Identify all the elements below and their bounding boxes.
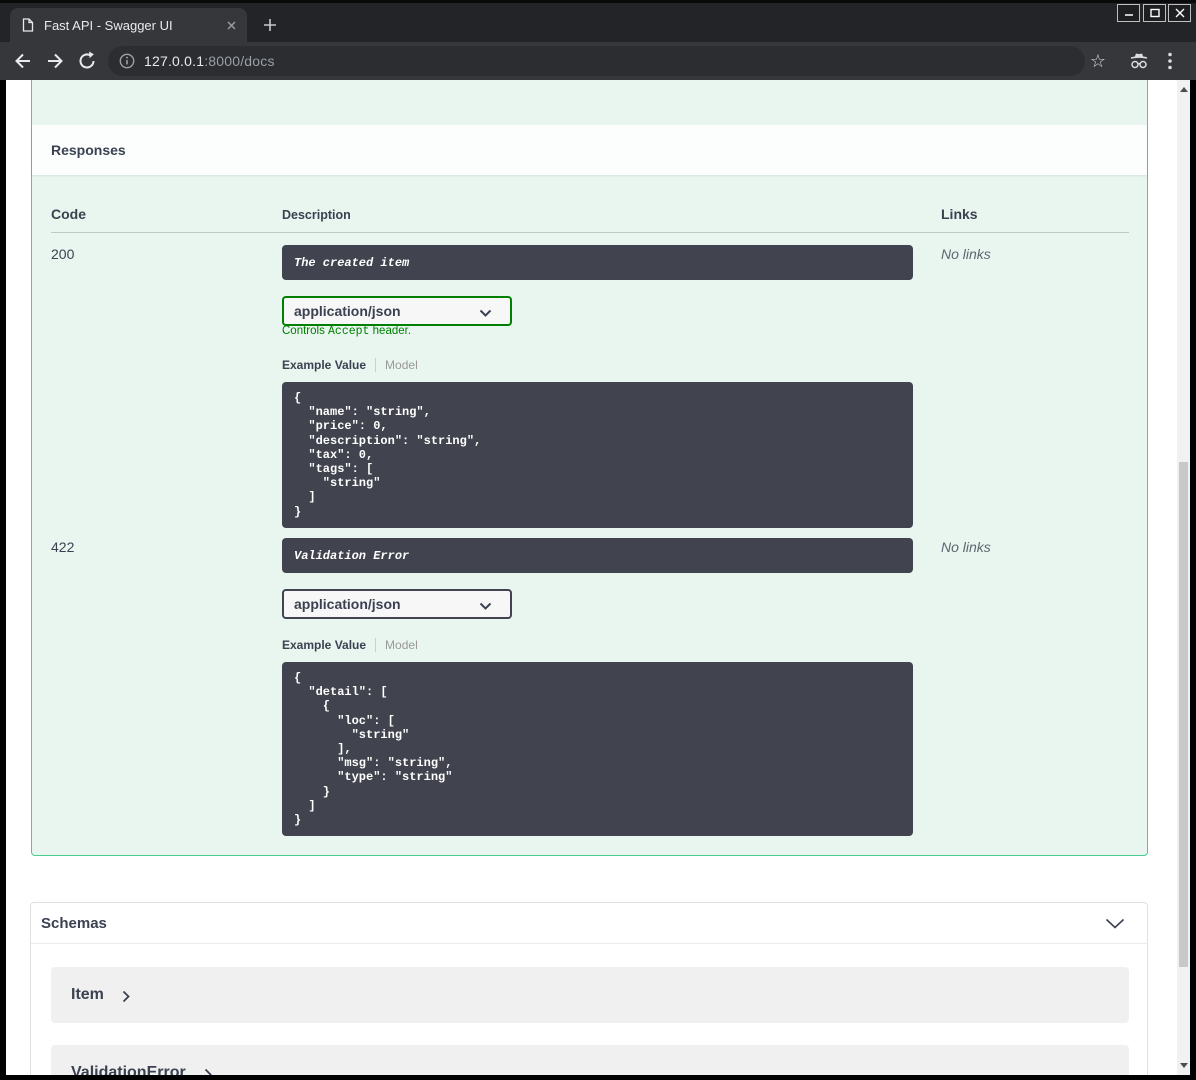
model-name: Item — [71, 986, 104, 1003]
response-description-box: Validation Error — [282, 538, 913, 573]
tab-model[interactable]: Model — [385, 638, 418, 652]
example-json-block: { "detail": [ { "loc": [ "string" ], "ms… — [282, 662, 913, 836]
example-json-block: { "name": "string", "price": 0, "descrip… — [282, 382, 913, 528]
accept-header-note: Controls Accept header. — [282, 325, 412, 338]
chevron-right-icon — [122, 990, 130, 1002]
responses-opblock: Responses Code Description Links 200 The… — [31, 80, 1148, 856]
response-code-200: 200 — [51, 246, 75, 262]
col-header-links: Links — [941, 206, 978, 222]
responses-header: Responses — [32, 125, 1147, 175]
schemas-title: Schemas — [41, 914, 107, 932]
tab-divider — [375, 358, 377, 372]
tab-example-value[interactable]: Example Value — [282, 638, 366, 652]
scrollbar[interactable] — [1177, 80, 1190, 1075]
model-row-validationerror[interactable]: ValidationError — [51, 1045, 1129, 1075]
bookmark-star-icon[interactable]: ☆ — [1086, 49, 1110, 73]
chevron-down-icon — [479, 309, 492, 317]
browser-toolbar: 127.0.0.1:8000/docs ☆ — [0, 42, 1196, 80]
url-text: 127.0.0.1:8000/docs — [144, 53, 275, 69]
schemas-header[interactable]: Schemas — [31, 903, 1147, 944]
schemas-card: Schemas Item ValidationError — [30, 902, 1148, 1075]
reload-button[interactable] — [75, 49, 99, 73]
browser-tab[interactable]: Fast API - Swagger UI — [10, 8, 247, 42]
tab-model[interactable]: Model — [385, 358, 418, 372]
scrollbar-thumb[interactable] — [1179, 462, 1188, 967]
no-links-label: No links — [941, 539, 991, 555]
tab-divider — [375, 638, 377, 652]
response-description-box: The created item — [282, 245, 913, 280]
col-header-description: Description — [282, 208, 351, 222]
site-info-icon[interactable] — [119, 53, 135, 69]
tab-example-value[interactable]: Example Value — [282, 358, 366, 372]
back-button[interactable] — [11, 49, 35, 73]
tab-title: Fast API - Swagger UI — [44, 17, 173, 33]
close-button[interactable] — [1168, 4, 1191, 22]
new-tab-button[interactable] — [258, 14, 282, 36]
maximize-button[interactable] — [1143, 4, 1166, 22]
media-type-select[interactable]: application/json — [282, 589, 512, 619]
col-header-code: Code — [51, 206, 86, 222]
table-header-divider — [51, 232, 1129, 233]
forward-button[interactable] — [43, 49, 67, 73]
no-links-label: No links — [941, 246, 991, 262]
scrollbar-up-arrow[interactable] — [1180, 87, 1188, 92]
chevron-down-icon — [1105, 918, 1125, 929]
tab-strip: Fast API - Swagger UI — [0, 0, 1196, 42]
tab-close-icon[interactable] — [223, 17, 239, 33]
incognito-icon — [1127, 49, 1151, 73]
address-bar[interactable]: 127.0.0.1:8000/docs — [108, 46, 1085, 76]
model-row-item[interactable]: Item — [51, 967, 1129, 1023]
example-model-tabs: Example Value Model — [282, 357, 418, 373]
example-model-tabs: Example Value Model — [282, 637, 418, 653]
menu-icon[interactable] — [1158, 49, 1182, 73]
minimize-button[interactable] — [1117, 4, 1140, 22]
chevron-right-icon — [204, 1068, 212, 1075]
media-type-select[interactable]: application/json — [282, 296, 512, 326]
response-code-422: 422 — [51, 539, 75, 555]
scrollbar-down-arrow[interactable] — [1180, 1063, 1188, 1068]
chevron-down-icon — [479, 602, 492, 610]
model-name: ValidationError — [71, 1064, 186, 1075]
document-favicon-icon — [22, 18, 34, 32]
swagger-page: Responses Code Description Links 200 The… — [6, 80, 1190, 1075]
responses-title: Responses — [51, 142, 126, 158]
